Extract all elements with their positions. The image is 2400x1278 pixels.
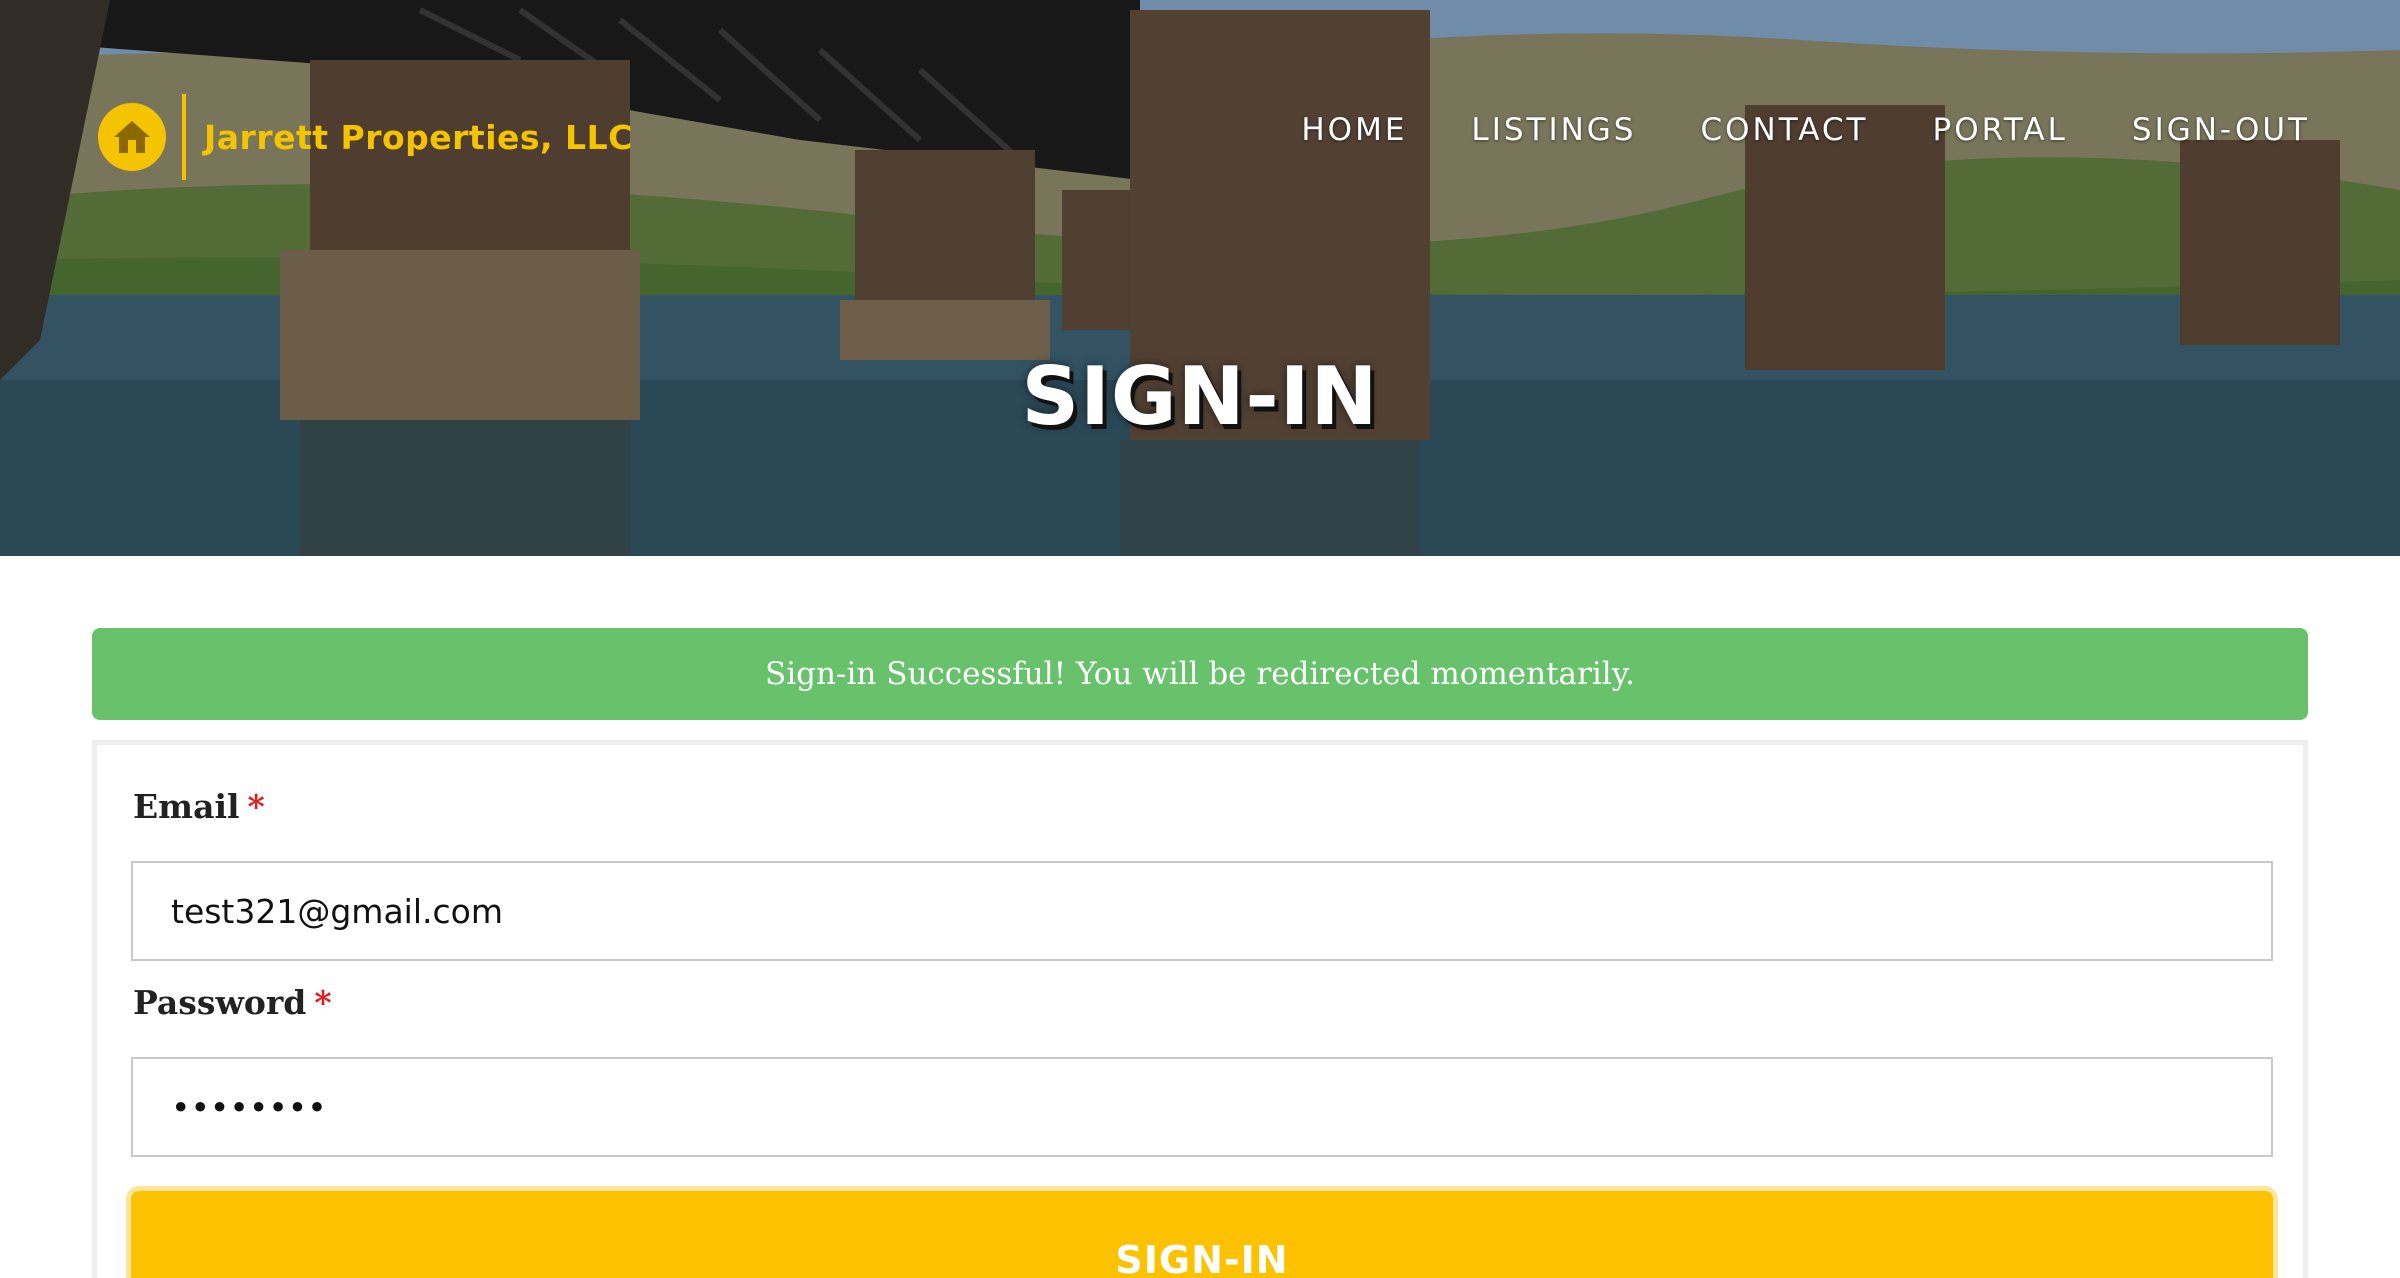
- main-nav: HOME LISTINGS CONTACT PORTAL SIGN-OUT: [1237, 112, 2310, 148]
- nav-sign-out[interactable]: SIGN-OUT: [2132, 112, 2310, 148]
- email-label: Email *: [133, 787, 265, 826]
- house-icon: [98, 103, 166, 171]
- nav-portal[interactable]: PORTAL: [1933, 112, 2068, 148]
- email-field[interactable]: [131, 861, 2273, 961]
- password-field[interactable]: [131, 1057, 2273, 1157]
- nav-contact[interactable]: CONTACT: [1700, 112, 1868, 148]
- logo-divider: [182, 94, 186, 180]
- success-alert: Sign-in Successful! You will be redirect…: [92, 628, 2308, 720]
- required-marker: *: [314, 983, 332, 1022]
- brand-name: Jarrett Properties, LLC: [204, 117, 633, 157]
- nav-home[interactable]: HOME: [1301, 112, 1407, 148]
- hero-background-image: [0, 0, 2400, 556]
- alert-message: Sign-in Successful! You will be redirect…: [765, 656, 1635, 692]
- nav-listings[interactable]: LISTINGS: [1471, 112, 1636, 148]
- password-label-text: Password: [133, 983, 307, 1022]
- brand-logo[interactable]: Jarrett Properties, LLC: [98, 92, 633, 182]
- page-title: SIGN-IN: [1021, 350, 1379, 443]
- sign-in-form: Email* Password* SIGN-IN: [92, 740, 2308, 1278]
- required-marker: *: [247, 787, 265, 826]
- email-label-text: Email: [133, 787, 240, 826]
- sign-in-button[interactable]: SIGN-IN: [131, 1191, 2273, 1278]
- hero-banner: Jarrett Properties, LLC HOME LISTINGS CO…: [0, 0, 2400, 556]
- password-label: Password *: [133, 983, 332, 1022]
